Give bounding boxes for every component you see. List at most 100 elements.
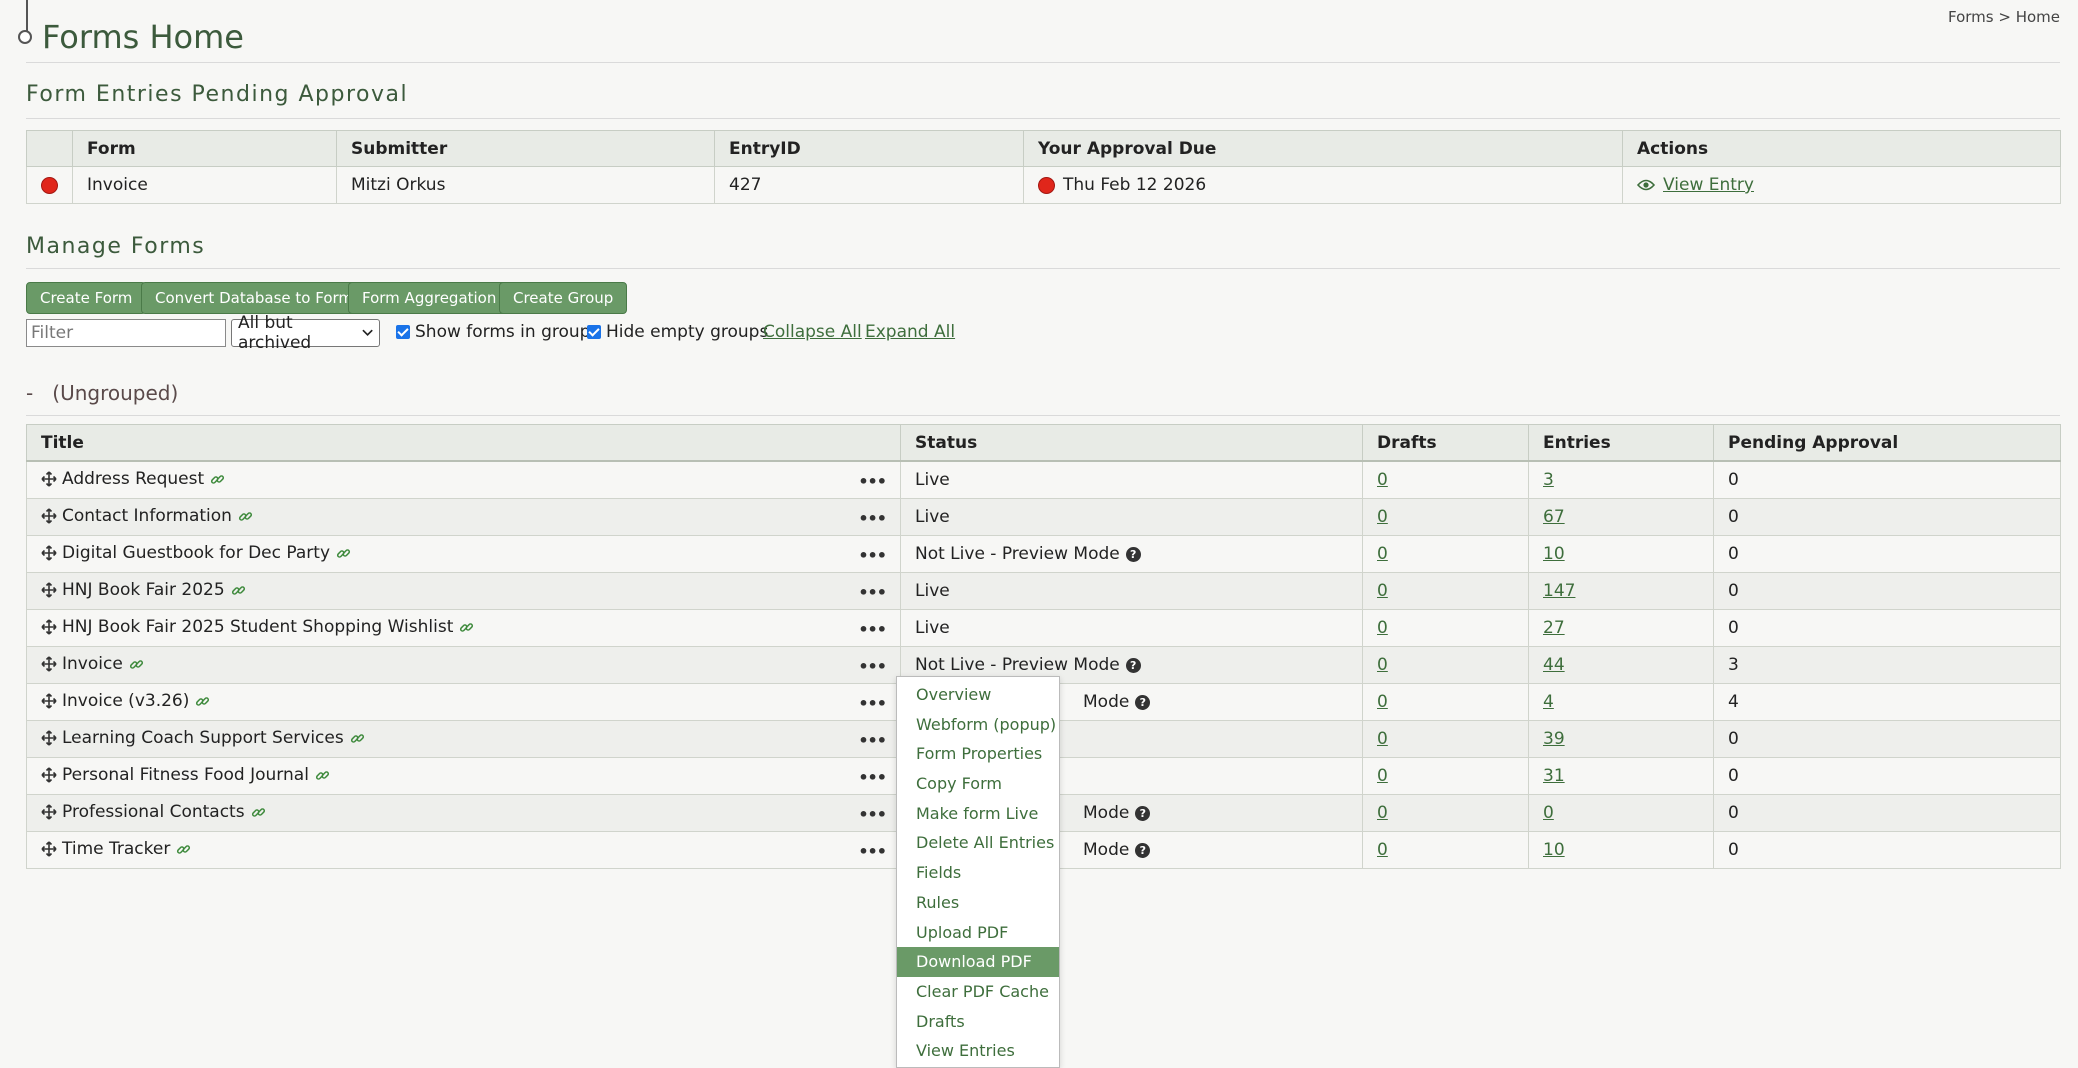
move-icon[interactable] xyxy=(41,619,57,635)
help-icon[interactable]: ? xyxy=(1135,694,1151,710)
convert-database-button[interactable]: Convert Database to Form xyxy=(141,282,368,314)
ellipsis-icon[interactable]: ••• xyxy=(858,768,887,787)
form-entries-link[interactable]: 147 xyxy=(1543,581,1575,601)
form-drafts-link[interactable]: 0 xyxy=(1377,692,1388,712)
form-drafts-link[interactable]: 0 xyxy=(1377,618,1388,638)
form-entries-link[interactable]: 4 xyxy=(1543,692,1554,712)
menu-item-download-pdf[interactable]: Download PDF xyxy=(897,947,1059,977)
pending-submitter: Mitzi Orkus xyxy=(336,166,715,204)
link-icon[interactable] xyxy=(238,509,253,524)
move-icon[interactable] xyxy=(41,582,57,598)
help-icon[interactable]: ? xyxy=(1135,805,1151,821)
form-entries-link[interactable]: 10 xyxy=(1543,840,1565,860)
ellipsis-icon[interactable]: ••• xyxy=(858,731,887,750)
move-icon[interactable] xyxy=(41,767,57,783)
ellipsis-icon[interactable]: ••• xyxy=(858,620,887,639)
archive-select[interactable]: All but archived xyxy=(231,313,380,353)
form-entries-link[interactable]: 3 xyxy=(1543,470,1554,490)
create-group-button[interactable]: Create Group xyxy=(499,282,628,314)
form-entries-link[interactable]: 44 xyxy=(1543,655,1565,675)
form-status-cell: Live xyxy=(900,498,1363,536)
menu-item-webform-popup[interactable]: Webform (popup) xyxy=(897,710,1059,740)
link-icon[interactable] xyxy=(195,694,210,709)
menu-item-fields[interactable]: Fields xyxy=(897,858,1059,888)
move-icon[interactable] xyxy=(41,804,57,820)
filter-input[interactable]: Filter xyxy=(26,319,226,347)
form-title-cell: HNJ Book Fair 2025 Student Shopping Wish… xyxy=(26,609,901,647)
collapse-all-link[interactable]: Collapse All xyxy=(763,322,862,342)
link-icon[interactable] xyxy=(350,731,365,746)
menu-item-make-form-live[interactable]: Make form Live xyxy=(897,799,1059,829)
form-entries-link[interactable]: 0 xyxy=(1543,803,1554,823)
link-icon[interactable] xyxy=(336,546,351,561)
show-in-groups-option[interactable]: Show forms in groups xyxy=(396,322,599,342)
form-entries-link[interactable]: 67 xyxy=(1543,507,1565,527)
move-icon[interactable] xyxy=(41,545,57,561)
form-drafts-link[interactable]: 0 xyxy=(1377,840,1388,860)
form-drafts-link[interactable]: 0 xyxy=(1377,766,1388,786)
ellipsis-icon[interactable]: ••• xyxy=(858,509,887,528)
menu-item-delete-all-entries[interactable]: Delete All Entries xyxy=(897,828,1059,858)
menu-item-view-entries[interactable]: View Entries xyxy=(897,1036,1059,1066)
ellipsis-icon[interactable]: ••• xyxy=(858,546,887,565)
form-drafts-link[interactable]: 0 xyxy=(1377,581,1388,601)
ellipsis-icon[interactable]: ••• xyxy=(858,472,887,491)
menu-item-copy-form[interactable]: Copy Form xyxy=(897,769,1059,799)
help-icon[interactable]: ? xyxy=(1125,546,1141,562)
link-icon[interactable] xyxy=(210,472,225,487)
link-icon[interactable] xyxy=(176,842,191,857)
menu-item-form-properties[interactable]: Form Properties xyxy=(897,739,1059,769)
forms-col-status: Status xyxy=(900,424,1363,462)
form-drafts-link[interactable]: 0 xyxy=(1377,544,1388,564)
form-drafts-cell: 0 xyxy=(1362,609,1529,647)
link-icon[interactable] xyxy=(129,657,144,672)
ellipsis-icon[interactable]: ••• xyxy=(858,657,887,676)
show-in-groups-checkbox[interactable] xyxy=(396,325,410,339)
form-entries-cell: 27 xyxy=(1528,609,1714,647)
menu-item-upload-pdf[interactable]: Upload PDF xyxy=(897,918,1059,948)
move-icon[interactable] xyxy=(41,693,57,709)
hide-empty-groups-option[interactable]: Hide empty groups xyxy=(587,322,768,342)
form-drafts-link[interactable]: 0 xyxy=(1377,507,1388,527)
link-icon[interactable] xyxy=(251,805,266,820)
move-icon[interactable] xyxy=(41,841,57,857)
form-entries-link[interactable]: 27 xyxy=(1543,618,1565,638)
group-heading[interactable]: - (Ungrouped) xyxy=(26,381,178,405)
expand-all-link[interactable]: Expand All xyxy=(865,322,955,342)
form-drafts-cell: 0 xyxy=(1362,498,1529,536)
menu-item-clear-pdf-cache[interactable]: Clear PDF Cache xyxy=(897,977,1059,1007)
form-drafts-link[interactable]: 0 xyxy=(1377,655,1388,675)
menu-item-overview[interactable]: Overview xyxy=(897,680,1059,710)
form-entries-link[interactable]: 10 xyxy=(1543,544,1565,564)
help-icon[interactable]: ? xyxy=(1135,842,1151,858)
create-form-button[interactable]: Create Form xyxy=(26,282,147,314)
view-entry-link[interactable]: View Entry xyxy=(1663,175,1754,195)
form-entries-link[interactable]: 31 xyxy=(1543,766,1565,786)
move-icon[interactable] xyxy=(41,508,57,524)
ellipsis-icon[interactable]: ••• xyxy=(858,805,887,824)
forms-col-drafts: Drafts xyxy=(1362,424,1529,462)
timeline-line xyxy=(26,0,28,32)
timeline-dot xyxy=(18,30,32,44)
pending-row: Invoice Mitzi Orkus 427 Thu Feb 12 2026 … xyxy=(26,166,2061,204)
form-drafts-link[interactable]: 0 xyxy=(1377,470,1388,490)
menu-item-drafts[interactable]: Drafts xyxy=(897,1007,1059,1037)
form-drafts-link[interactable]: 0 xyxy=(1377,729,1388,749)
forms-col-entries: Entries xyxy=(1528,424,1714,462)
form-drafts-link[interactable]: 0 xyxy=(1377,803,1388,823)
ellipsis-icon[interactable]: ••• xyxy=(858,583,887,602)
link-icon[interactable] xyxy=(231,583,246,598)
ellipsis-icon[interactable]: ••• xyxy=(858,694,887,713)
form-entries-link[interactable]: 39 xyxy=(1543,729,1565,749)
link-icon[interactable] xyxy=(315,768,330,783)
help-icon[interactable]: ? xyxy=(1125,657,1141,673)
move-icon[interactable] xyxy=(41,730,57,746)
menu-item-rules[interactable]: Rules xyxy=(897,888,1059,918)
move-icon[interactable] xyxy=(41,471,57,487)
link-icon[interactable] xyxy=(459,620,474,635)
ellipsis-icon[interactable]: ••• xyxy=(858,842,887,861)
hide-empty-groups-checkbox[interactable] xyxy=(587,325,601,339)
form-aggregation-button[interactable]: Form Aggregation xyxy=(348,282,511,314)
group-toggle[interactable]: - xyxy=(26,381,33,405)
move-icon[interactable] xyxy=(41,656,57,672)
